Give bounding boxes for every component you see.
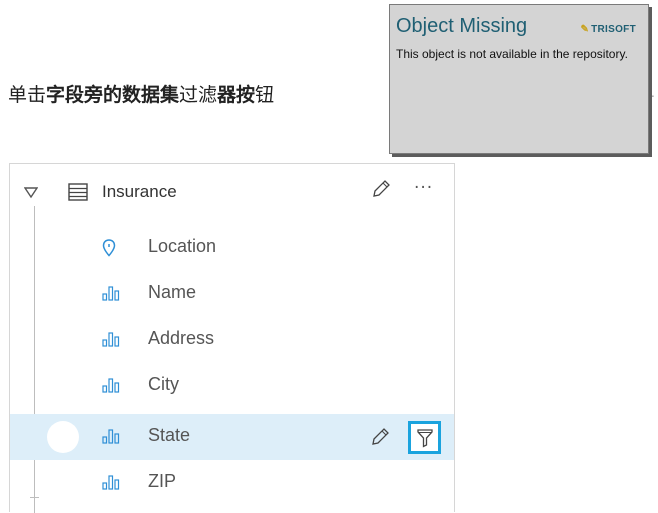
- location-pin-icon: [102, 239, 116, 261]
- field-row-address[interactable]: Address: [10, 317, 454, 363]
- field-label: Name: [148, 282, 197, 302]
- filter-funnel-icon: [417, 429, 433, 448]
- instruction-part-bold: 字段旁的数据集: [46, 84, 180, 106]
- dataset-name: Insurance: [102, 182, 177, 201]
- field-row-state[interactable]: State: [10, 414, 454, 460]
- data-pane: Insurance ··· Location Name Address City: [9, 163, 455, 513]
- instruction-part: 单击: [8, 84, 47, 106]
- selection-indicator[interactable]: [47, 421, 79, 453]
- field-label: ZIP: [148, 471, 177, 491]
- missing-object-message: This object is not available in the repo…: [396, 47, 628, 61]
- instruction-part: 过滤: [179, 84, 218, 106]
- string-field-icon: [102, 285, 120, 305]
- logo-text: TRISOFT: [591, 24, 636, 35]
- instruction-part: 钮: [255, 84, 275, 106]
- leaf-icon: ✎: [580, 24, 590, 35]
- field-label: City: [148, 374, 179, 394]
- string-field-icon: [102, 377, 120, 397]
- field-row-city[interactable]: City: [10, 363, 454, 409]
- collapse-triangle-icon[interactable]: [23, 184, 39, 203]
- dataset-filter-button[interactable]: [408, 421, 441, 454]
- instruction-text: 单击字段旁的数据集过滤器按钮: [8, 80, 274, 107]
- string-field-icon: [102, 331, 120, 351]
- field-label: Location: [148, 236, 217, 256]
- field-row-location[interactable]: Location: [10, 225, 454, 271]
- more-options-button[interactable]: ···: [414, 178, 433, 198]
- edit-pencil-icon[interactable]: [370, 178, 392, 204]
- string-field-icon: [102, 428, 120, 448]
- missing-object-title: Object Missing: [396, 15, 528, 37]
- field-label: State: [148, 425, 191, 445]
- edit-pencil-icon[interactable]: [369, 426, 391, 452]
- string-field-icon: [102, 474, 120, 494]
- field-row-name[interactable]: Name: [10, 271, 454, 317]
- trisoft-logo: ✎ TRISOFT: [580, 24, 636, 35]
- instruction-part-bold: 器按: [217, 84, 256, 106]
- trailing-mark: .: [651, 86, 655, 100]
- field-row-zip[interactable]: ZIP: [10, 460, 454, 506]
- missing-object-placeholder: Object Missing ✎ TRISOFT This object is n…: [389, 4, 649, 154]
- table-icon: [68, 183, 88, 205]
- dataset-header[interactable]: Insurance ···: [10, 164, 454, 222]
- field-label: Address: [148, 328, 215, 348]
